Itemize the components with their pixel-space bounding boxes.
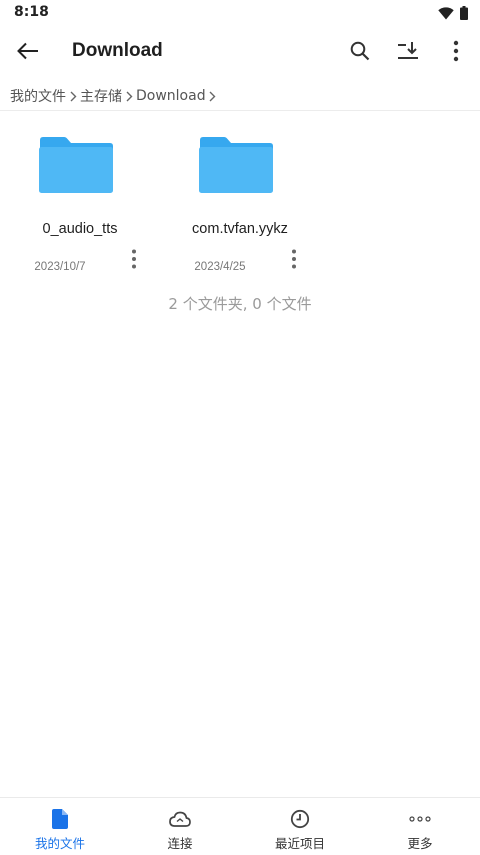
nav-item-more[interactable]: 更多: [360, 798, 480, 855]
divider: [0, 110, 480, 111]
page-title: Download: [72, 40, 163, 61]
more-vertical-icon: [453, 40, 459, 66]
more-options-button[interactable]: [438, 35, 474, 71]
breadcrumb-item-download[interactable]: Download: [136, 88, 206, 104]
battery-icon: [460, 5, 468, 24]
arrow-left-icon: [17, 42, 39, 64]
more-vertical-icon: [291, 249, 297, 273]
status-bar: 8:18: [0, 0, 480, 26]
nav-item-connect[interactable]: 连接: [120, 798, 240, 855]
folder-tile[interactable]: com.tvfan.yykz 2023/4/25: [160, 128, 310, 288]
status-icons: [438, 5, 468, 24]
more-vertical-icon: [131, 249, 137, 273]
chevron-right-icon: [206, 88, 220, 104]
chevron-right-icon: [66, 88, 80, 104]
nav-label: 我的文件: [34, 836, 85, 851]
search-icon: [350, 41, 370, 65]
file-icon: [48, 808, 72, 830]
folder-name: com.tvfan.yykz: [192, 221, 288, 237]
nav-label: 连接: [167, 836, 193, 851]
folder-icon: [38, 136, 114, 194]
back-button[interactable]: [10, 35, 46, 71]
breadcrumb: 我的文件 主存储 Download: [10, 86, 220, 106]
more-horizontal-icon: [408, 808, 432, 830]
breadcrumb-item-my-files[interactable]: 我的文件: [10, 86, 66, 106]
nav-item-recent[interactable]: 最近项目: [240, 798, 360, 855]
folder-tile[interactable]: 0_audio_tts 2023/10/7: [0, 128, 150, 288]
wifi-icon: [438, 5, 454, 24]
folder-more-button[interactable]: [120, 246, 148, 276]
sort-icon: [397, 41, 419, 65]
clock-icon: [288, 808, 312, 830]
cloud-icon: [168, 808, 192, 830]
app-bar: Download: [0, 26, 480, 80]
nav-label: 更多: [407, 836, 433, 851]
folder-date: 2023/10/7: [34, 261, 86, 273]
search-button[interactable]: [342, 35, 378, 71]
folder-name: 0_audio_tts: [42, 221, 118, 237]
chevron-right-icon: [122, 88, 136, 104]
sort-button[interactable]: [390, 35, 426, 71]
folder-summary: 2 个文件夹, 0 个文件: [168, 295, 312, 313]
folder-more-button[interactable]: [280, 246, 308, 276]
bottom-nav: 我的文件 连接 最近项目 更多: [0, 797, 480, 855]
nav-label: 最近项目: [274, 836, 325, 851]
folder-icon: [198, 136, 274, 194]
status-time: 8:18: [14, 4, 49, 20]
folder-date: 2023/4/25: [194, 261, 246, 273]
breadcrumb-item-main-storage[interactable]: 主存储: [80, 86, 122, 106]
nav-item-my-files[interactable]: 我的文件: [0, 798, 120, 855]
